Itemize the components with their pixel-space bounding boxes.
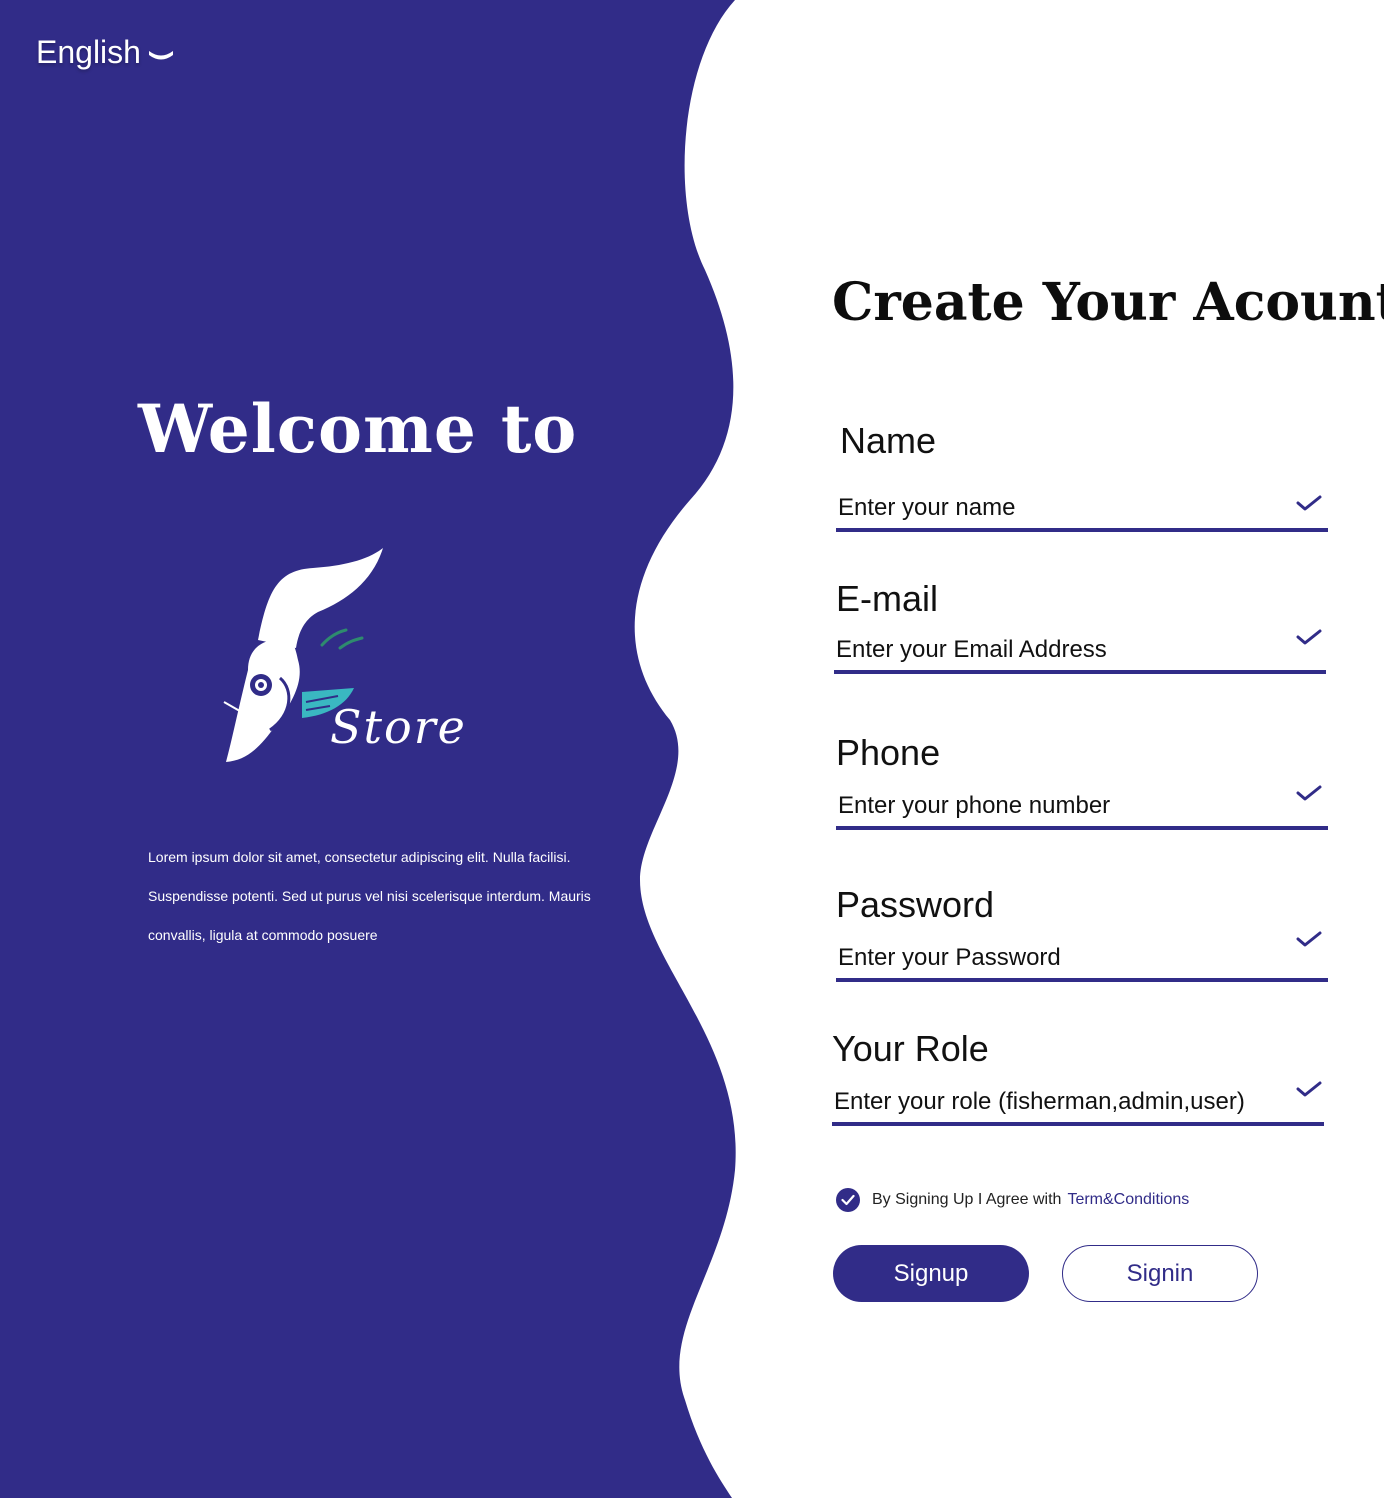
chevron-down-icon bbox=[148, 50, 173, 59]
password-input[interactable] bbox=[836, 938, 1328, 982]
terms-checkbox[interactable] bbox=[836, 1188, 860, 1212]
page-title: Create Your Acount bbox=[832, 272, 1384, 333]
phone-label: Phone bbox=[836, 732, 941, 773]
logo-wordmark: Store bbox=[330, 700, 467, 754]
email-input[interactable] bbox=[834, 630, 1326, 674]
check-icon bbox=[1296, 785, 1322, 801]
check-icon bbox=[1296, 1081, 1322, 1097]
role-input[interactable] bbox=[832, 1082, 1324, 1126]
name-input[interactable] bbox=[836, 488, 1328, 532]
signin-button[interactable]: Signin bbox=[1062, 1245, 1258, 1302]
signup-button[interactable]: Signup bbox=[833, 1245, 1029, 1302]
phone-input[interactable] bbox=[836, 786, 1328, 830]
check-icon bbox=[1296, 931, 1322, 947]
terms-link[interactable]: Term&Conditions bbox=[1067, 1191, 1189, 1209]
check-icon bbox=[1296, 629, 1322, 645]
check-icon bbox=[1296, 495, 1322, 511]
hero-description: Lorem ipsum dolor sit amet, consectetur … bbox=[148, 849, 591, 943]
email-label: E-mail bbox=[836, 578, 939, 619]
password-label: Password bbox=[836, 884, 995, 925]
language-label: English bbox=[36, 34, 141, 70]
welcome-heading: Welcome to bbox=[138, 390, 578, 468]
terms-text: By Signing Up I Agree with bbox=[872, 1191, 1062, 1208]
role-label: Your Role bbox=[832, 1028, 989, 1069]
check-icon bbox=[841, 1194, 855, 1206]
terms-agreement: By Signing Up I Agree with Term&Conditio… bbox=[836, 1188, 1189, 1212]
language-selector[interactable]: English bbox=[36, 34, 175, 71]
name-label: Name bbox=[840, 420, 937, 461]
